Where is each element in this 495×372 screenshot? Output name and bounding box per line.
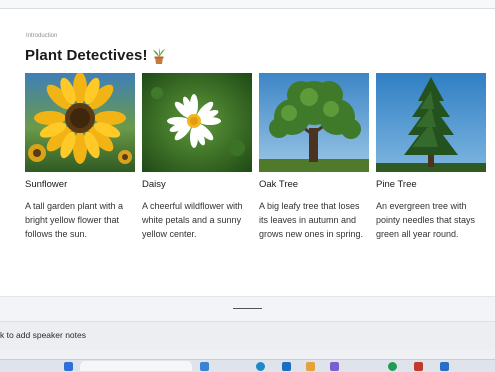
- slide-canvas[interactable]: Introduction Plant Detectives! Sunflower…: [0, 9, 495, 296]
- widgets-icon[interactable]: [200, 362, 209, 371]
- editor-top-strip: [0, 0, 495, 9]
- teams-icon[interactable]: [440, 362, 449, 371]
- speaker-notes-placeholder[interactable]: k to add speaker notes: [0, 330, 86, 340]
- plant-card-sunflower[interactable]: Sunflower A tall garden plant with a bri…: [25, 73, 135, 241]
- files-icon[interactable]: [306, 362, 315, 371]
- plant-card-oak-tree[interactable]: Oak Tree A big leafy tree that loses its…: [259, 73, 369, 241]
- card-description[interactable]: A cheerful wildflower with white petals …: [142, 199, 254, 241]
- settings-icon[interactable]: [414, 362, 423, 371]
- card-title[interactable]: Oak Tree: [259, 179, 369, 190]
- slide-section-label[interactable]: Introduction: [26, 33, 57, 39]
- card-title[interactable]: Sunflower: [25, 179, 135, 190]
- sunflower-photo: [25, 73, 135, 172]
- plant-card-pine-tree[interactable]: Pine Tree An evergreen tree with pointy …: [376, 73, 486, 241]
- card-title[interactable]: Pine Tree: [376, 179, 486, 190]
- pine-tree-photo: [376, 73, 486, 172]
- plant-card-daisy[interactable]: Daisy A cheerful wildflower with white p…: [142, 73, 252, 241]
- potted-plant-icon: [153, 48, 165, 64]
- notes-resize-handle[interactable]: [233, 308, 262, 309]
- app-icon[interactable]: [64, 362, 73, 371]
- slide-panel-footer: [0, 296, 495, 322]
- browser-icon[interactable]: [256, 362, 265, 371]
- card-description[interactable]: A big leafy tree that loses its leaves i…: [259, 199, 371, 241]
- store-icon[interactable]: [388, 362, 397, 371]
- daisy-photo: [142, 73, 252, 172]
- slide-title[interactable]: Plant Detectives!: [25, 47, 148, 64]
- mail-icon[interactable]: [282, 362, 291, 371]
- oak-tree-photo: [259, 73, 369, 172]
- card-description[interactable]: A tall garden plant with a bright yellow…: [25, 199, 137, 241]
- card-description[interactable]: An evergreen tree with pointy needles th…: [376, 199, 488, 241]
- chat-icon[interactable]: [330, 362, 339, 371]
- card-title[interactable]: Daisy: [142, 179, 252, 190]
- taskbar-search-box[interactable]: [80, 361, 192, 371]
